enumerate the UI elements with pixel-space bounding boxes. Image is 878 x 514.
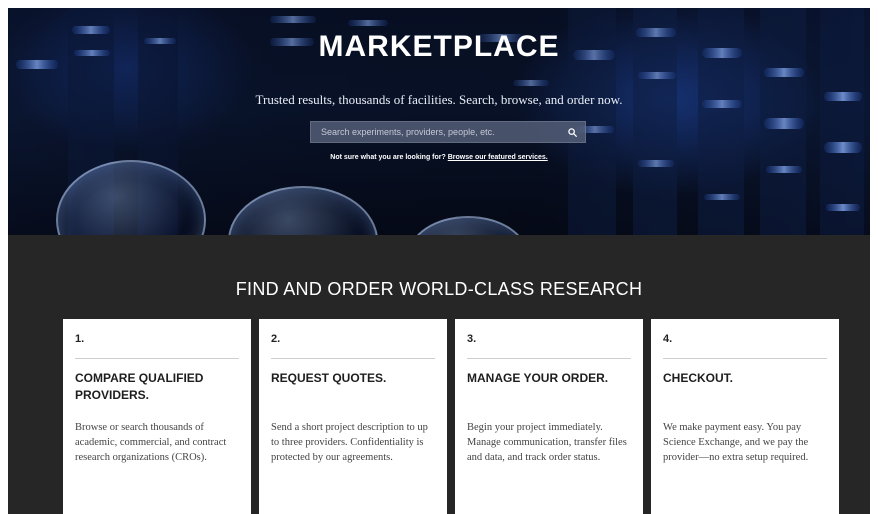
search-button[interactable] <box>559 122 585 142</box>
search-input[interactable] <box>311 122 557 142</box>
hero-subtitle: Trusted results, thousands of facilities… <box>255 92 623 107</box>
step-number: 3. <box>467 333 477 345</box>
hero-banner: MARKETPLACE Trusted results, thousands o… <box>8 8 870 235</box>
search-bar <box>310 121 586 143</box>
step-title: REQUEST QUOTES. <box>271 371 387 385</box>
step-number: 2. <box>271 333 281 345</box>
featured-services-hint: Not sure what you are looking for? Brows… <box>8 154 870 161</box>
marketplace-page: MARKETPLACE Trusted results, thousands o… <box>8 8 870 514</box>
step-description: Begin your project immediately. Manage c… <box>467 422 627 463</box>
step-description: Send a short project description to up t… <box>271 422 428 463</box>
step-title: COMPARE QUALIFIED PROVIDERS. <box>75 371 204 402</box>
section-title: FIND AND ORDER WORLD-CLASS RESEARCH <box>235 279 643 299</box>
step-title: CHECKOUT. <box>663 371 734 385</box>
card-divider <box>663 358 827 359</box>
step-title: MANAGE YOUR ORDER. <box>467 371 609 385</box>
card-divider <box>467 358 631 359</box>
step-description: Browse or search thousands of academic, … <box>75 422 227 463</box>
step-number: 4. <box>663 333 673 345</box>
page-title: MARKETPLACE <box>318 30 560 63</box>
step-card-3: 3. MANAGE YOUR ORDER. Begin your project… <box>455 319 643 514</box>
step-card-2: 2. REQUEST QUOTES. Send a short project … <box>259 319 447 514</box>
card-divider <box>75 358 239 359</box>
step-number: 1. <box>75 333 85 345</box>
step-description: We make payment easy. You pay Science Ex… <box>663 422 809 463</box>
browse-featured-services-link[interactable]: Browse our featured services. <box>448 154 548 161</box>
search-icon <box>567 127 577 137</box>
hint-text: Not sure what you are looking for? <box>330 154 446 161</box>
card-divider <box>271 358 435 359</box>
step-card-4: 4. CHECKOUT. We make payment easy. You p… <box>651 319 839 514</box>
step-card-1: 1. COMPARE QUALIFIED PROVIDERS. Browse o… <box>63 319 251 514</box>
